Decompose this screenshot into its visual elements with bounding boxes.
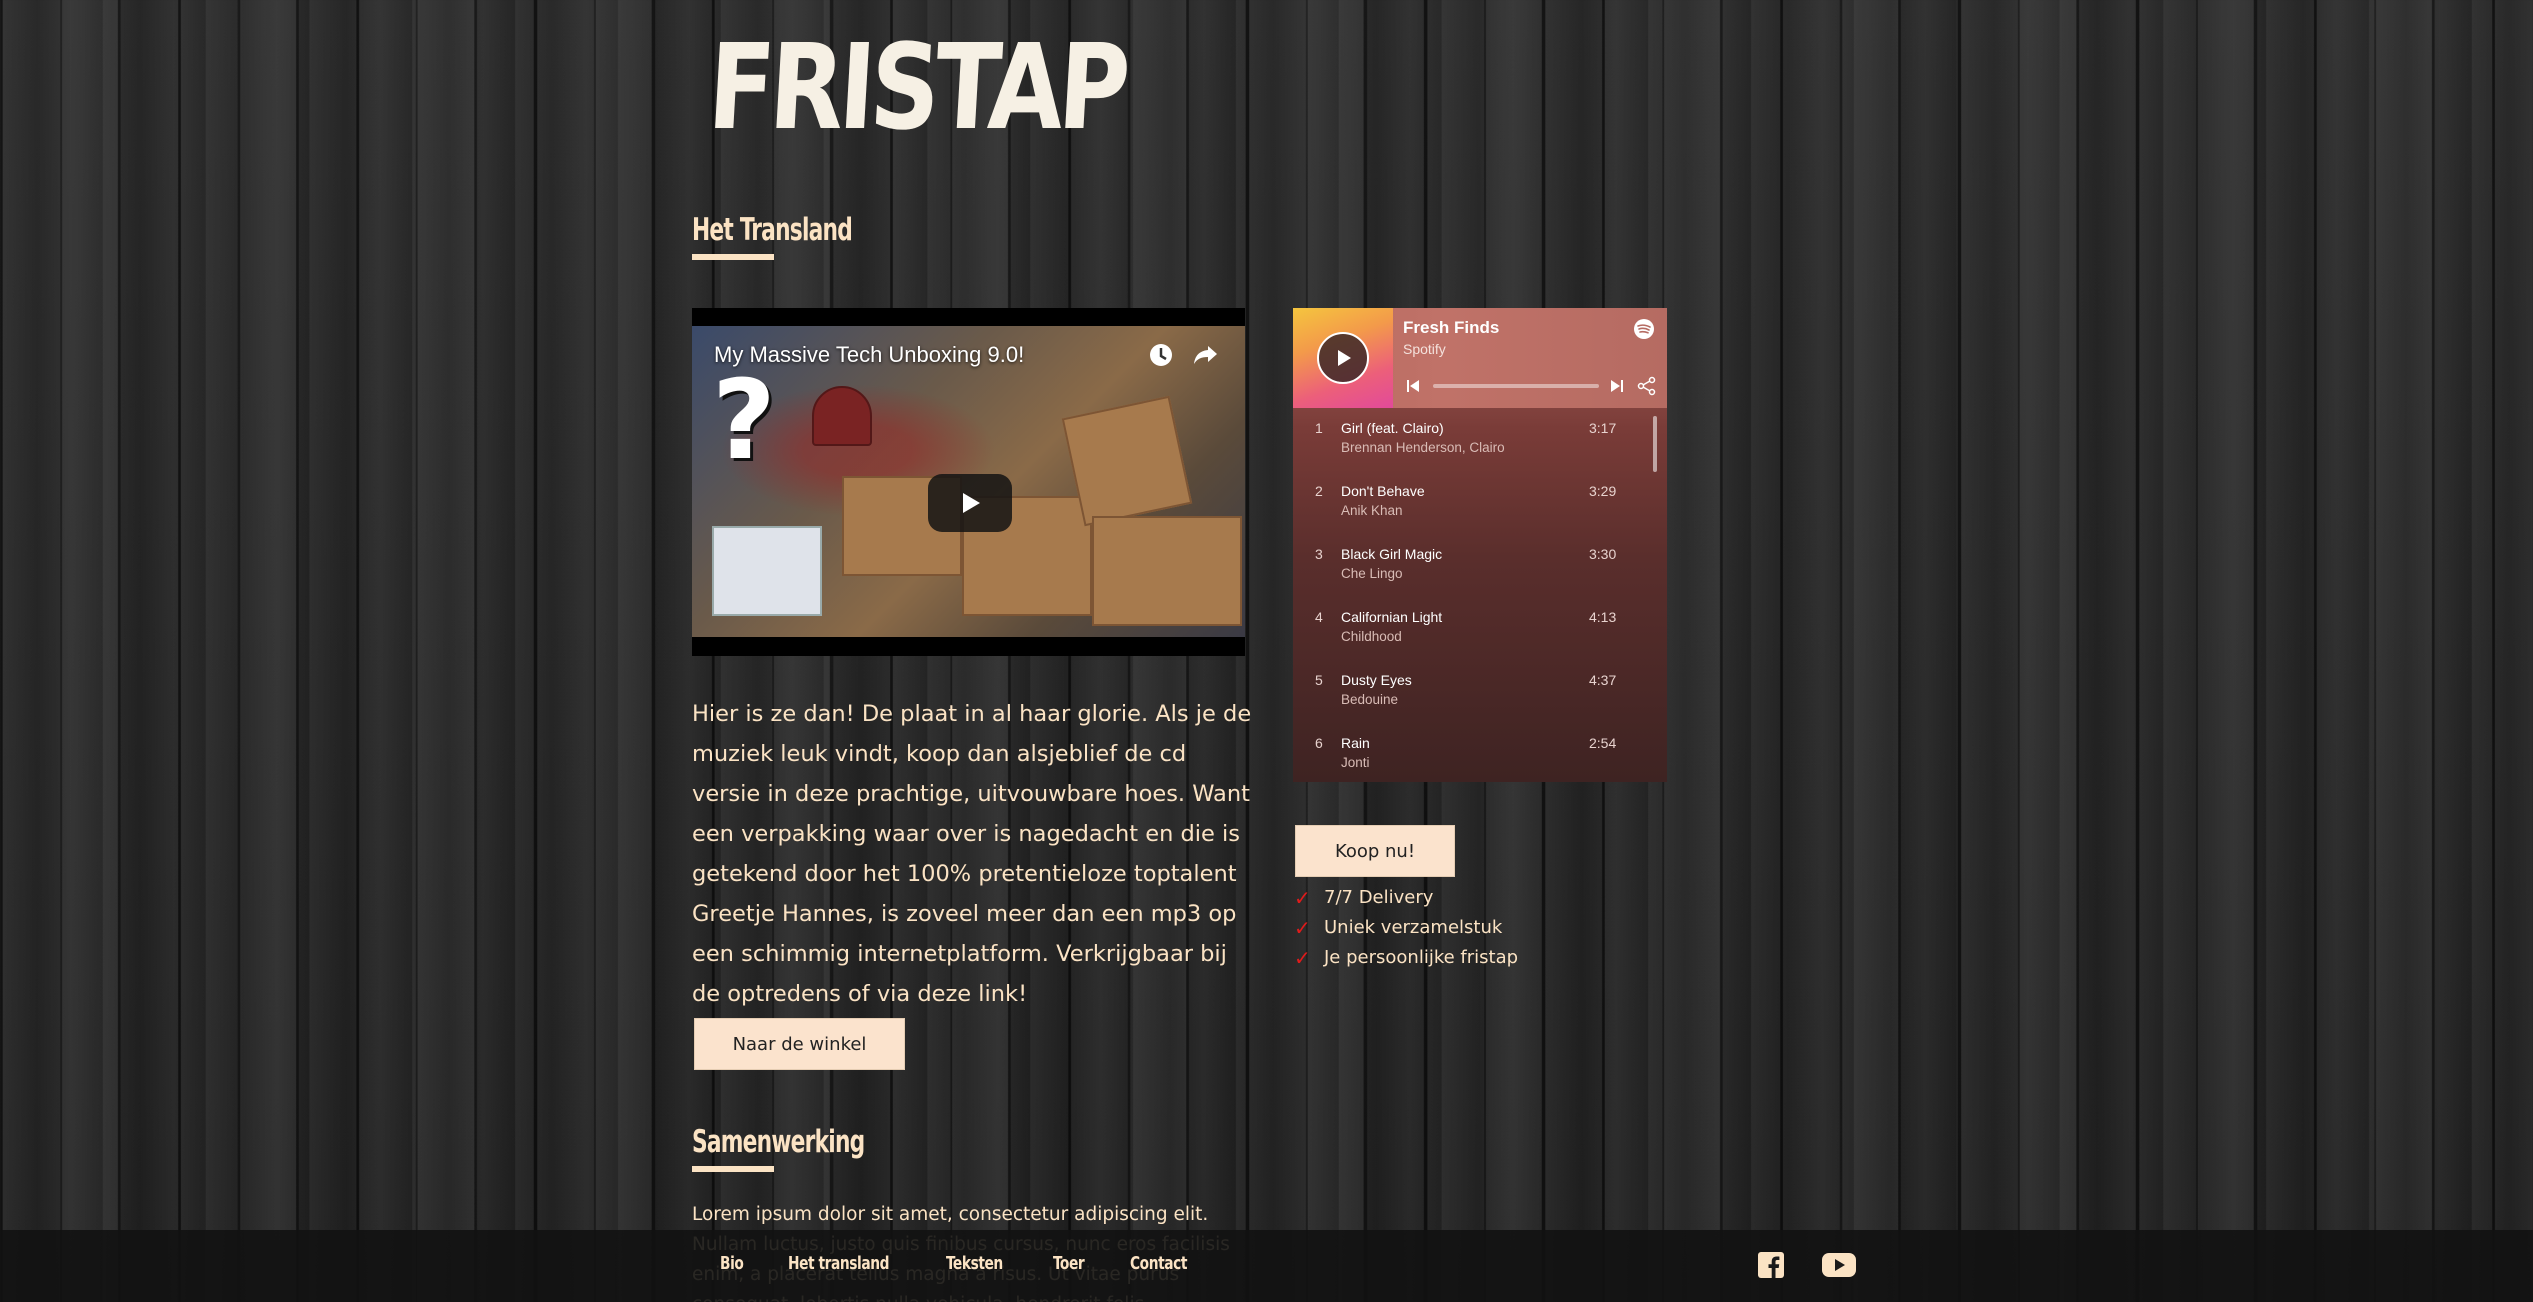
video-player[interactable]: ? My Massive Tech Unboxing 9.0! — [692, 308, 1245, 656]
track-duration: 3:17 — [1589, 420, 1617, 436]
track-name: Californian Light — [1341, 609, 1443, 625]
track-name: Dusty Eyes — [1341, 672, 1412, 688]
track-artist: Che Lingo — [1341, 566, 1403, 581]
track-row[interactable]: 3 Black Girl Magic Che Lingo 3:30 — [1293, 534, 1653, 597]
progress-bar[interactable] — [1433, 384, 1599, 388]
youtube-icon[interactable] — [1822, 1252, 1856, 1278]
clock-icon[interactable] — [1146, 340, 1176, 370]
nav-item-contact[interactable]: Contact — [1130, 1253, 1187, 1274]
feature-label: Uniek verzamelstuk — [1324, 917, 1503, 938]
video-title[interactable]: My Massive Tech Unboxing 9.0! — [714, 342, 1024, 368]
footer-nav: Bio Het transland Teksten Toer Contact — [720, 1253, 1237, 1274]
track-artist: Brennan Henderson, Clairo — [1341, 440, 1505, 455]
video-thumbnail[interactable]: ? My Massive Tech Unboxing 9.0! — [692, 326, 1245, 637]
footer-bar: Bio Het transland Teksten Toer Contact — [0, 1230, 2533, 1302]
track-number: 3 — [1315, 546, 1323, 562]
intro-paragraph: Hier is ze dan! De plaat in al haar glor… — [692, 701, 1252, 1007]
playlist-provider[interactable]: Spotify — [1403, 341, 1446, 357]
track-number: 4 — [1315, 609, 1323, 625]
question-mark-graphic: ? — [712, 356, 776, 484]
check-icon: ✓ — [1294, 946, 1311, 970]
check-icon: ✓ — [1294, 916, 1311, 940]
section-title-samenwerking: Samenwerking — [692, 1124, 865, 1160]
heading-underline — [692, 1166, 774, 1172]
track-name: Rain — [1341, 735, 1370, 751]
section-title-transland: Het Transland — [692, 212, 853, 248]
feature-label: Je persoonlijke fristap — [1324, 947, 1519, 968]
feature-list: ✓ 7/7 Delivery ✓ Uniek verzamelstuk ✓ Je pe… — [1294, 883, 1518, 973]
play-icon — [963, 493, 980, 513]
play-icon — [1338, 350, 1351, 366]
track-duration: 3:29 — [1589, 483, 1617, 499]
spotify-logo-icon[interactable] — [1633, 318, 1655, 340]
logo-text: FRISTAP — [704, 18, 1129, 156]
scrollbar[interactable] — [1653, 416, 1657, 472]
nav-item-teksten[interactable]: Teksten — [946, 1253, 1003, 1274]
track-artist: Childhood — [1341, 629, 1402, 644]
track-duration: 4:13 — [1589, 609, 1617, 625]
spotify-play-button[interactable] — [1317, 332, 1369, 384]
shop-button[interactable]: Naar de winkel — [694, 1018, 905, 1070]
nav-item-toer[interactable]: Toer — [1053, 1253, 1085, 1274]
play-button[interactable] — [928, 474, 1012, 532]
track-list[interactable]: 1 Girl (feat. Clairo) Brennan Henderson,… — [1293, 408, 1667, 782]
nav-item-bio[interactable]: Bio — [720, 1253, 744, 1274]
next-track-icon[interactable] — [1609, 378, 1625, 394]
track-name: Girl (feat. Clairo) — [1341, 420, 1444, 436]
track-artist: Anik Khan — [1341, 503, 1403, 518]
previous-track-icon[interactable] — [1405, 378, 1421, 394]
track-row[interactable]: 2 Don't Behave Anik Khan 3:29 — [1293, 471, 1653, 534]
check-icon: ✓ — [1294, 886, 1311, 910]
track-row[interactable]: 4 Californian Light Childhood 4:13 — [1293, 597, 1653, 660]
feature-item: ✓ Uniek verzamelstuk — [1294, 913, 1518, 943]
playlist-cover[interactable] — [1293, 308, 1393, 408]
track-number: 5 — [1315, 672, 1323, 688]
track-number: 6 — [1315, 735, 1323, 751]
feature-item: ✓ Je persoonlijke fristap — [1294, 943, 1518, 973]
nav-item-het-transland[interactable]: Het transland — [788, 1253, 889, 1274]
feature-item: ✓ 7/7 Delivery — [1294, 883, 1518, 913]
track-duration: 3:30 — [1589, 546, 1617, 562]
heading-underline — [692, 254, 774, 260]
track-row[interactable]: 1 Girl (feat. Clairo) Brennan Henderson,… — [1293, 408, 1653, 471]
track-row[interactable]: 5 Dusty Eyes Bedouine 4:37 — [1293, 660, 1653, 723]
site-logo[interactable]: FRISTAP — [705, 18, 1129, 158]
feature-label: 7/7 Delivery — [1324, 887, 1434, 908]
share-icon[interactable] — [1190, 340, 1220, 370]
track-artist: Bedouine — [1341, 692, 1399, 707]
spotify-player[interactable]: Fresh Finds Spotify 1 Girl (feat. Clairo… — [1293, 308, 1667, 782]
buy-button[interactable]: Koop nu! — [1295, 825, 1455, 877]
facebook-icon[interactable] — [1758, 1252, 1784, 1278]
track-number: 1 — [1315, 420, 1323, 436]
track-duration: 2:54 — [1589, 735, 1617, 751]
track-duration: 4:37 — [1589, 672, 1617, 688]
track-number: 2 — [1315, 483, 1323, 499]
track-name: Don't Behave — [1341, 483, 1425, 499]
playlist-title[interactable]: Fresh Finds — [1403, 318, 1499, 338]
track-row[interactable]: 6 Rain Jonti 2:54 — [1293, 723, 1653, 782]
track-artist: Jonti — [1341, 755, 1370, 770]
share-icon[interactable] — [1637, 376, 1657, 396]
track-name: Black Girl Magic — [1341, 546, 1443, 562]
spotify-header: Fresh Finds Spotify — [1293, 308, 1667, 408]
